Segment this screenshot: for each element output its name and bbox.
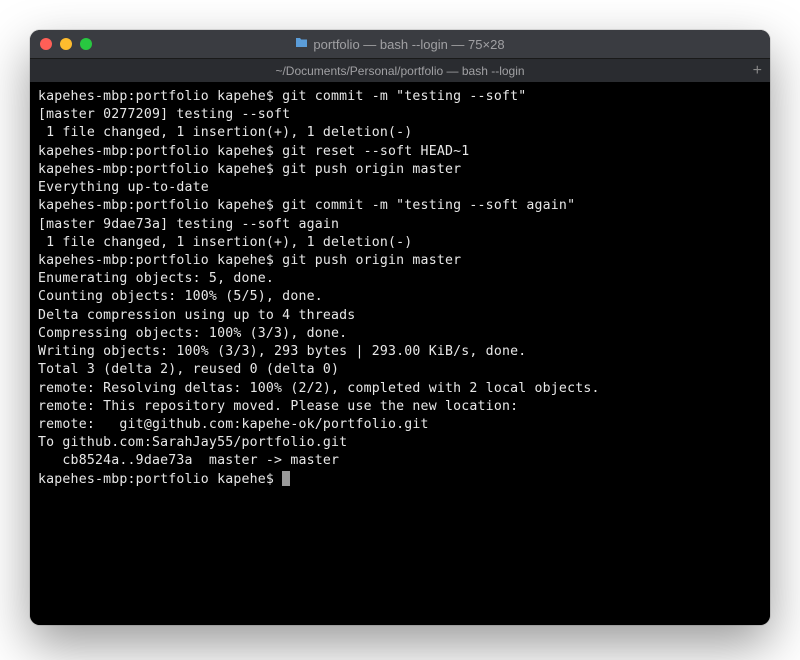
terminal-line: Everything up-to-date: [38, 179, 762, 197]
maximize-icon[interactable]: [80, 38, 92, 50]
terminal-line: kapehes-mbp:portfolio kapehe$ git commit…: [38, 197, 762, 215]
terminal-line: Delta compression using up to 4 threads: [38, 307, 762, 325]
window-title: portfolio — bash --login — 75×28: [30, 37, 770, 52]
terminal-line: 1 file changed, 1 insertion(+), 1 deleti…: [38, 234, 762, 252]
terminal-line: [master 9dae73a] testing --soft again: [38, 216, 762, 234]
window-titlebar[interactable]: portfolio — bash --login — 75×28: [30, 30, 770, 58]
terminal-line: Total 3 (delta 2), reused 0 (delta 0): [38, 361, 762, 379]
terminal-line: kapehes-mbp:portfolio kapehe$: [38, 471, 762, 489]
terminal-line: kapehes-mbp:portfolio kapehe$ git reset …: [38, 143, 762, 161]
terminal-line: remote: git@github.com:kapehe-ok/portfol…: [38, 416, 762, 434]
terminal-line: kapehes-mbp:portfolio kapehe$ git push o…: [38, 252, 762, 270]
terminal-window: portfolio — bash --login — 75×28 ~/Docum…: [30, 30, 770, 625]
folder-icon: [295, 37, 308, 51]
tab-bar: ~/Documents/Personal/portfolio — bash --…: [30, 58, 770, 82]
terminal-line: kapehes-mbp:portfolio kapehe$ git push o…: [38, 161, 762, 179]
terminal-line: Enumerating objects: 5, done.: [38, 270, 762, 288]
close-icon[interactable]: [40, 38, 52, 50]
terminal-line: remote: This repository moved. Please us…: [38, 398, 762, 416]
terminal-line: kapehes-mbp:portfolio kapehe$ git commit…: [38, 88, 762, 106]
traffic-lights: [40, 38, 92, 50]
terminal-line: To github.com:SarahJay55/portfolio.git: [38, 434, 762, 452]
terminal-line: remote: Resolving deltas: 100% (2/2), co…: [38, 380, 762, 398]
terminal-line: 1 file changed, 1 insertion(+), 1 deleti…: [38, 124, 762, 142]
terminal-line: Writing objects: 100% (3/3), 293 bytes |…: [38, 343, 762, 361]
window-title-text: portfolio — bash --login — 75×28: [313, 37, 504, 52]
cursor-icon: [282, 471, 290, 486]
terminal-line: Compressing objects: 100% (3/3), done.: [38, 325, 762, 343]
new-tab-button[interactable]: +: [753, 63, 762, 79]
terminal-line: [master 0277209] testing --soft: [38, 106, 762, 124]
minimize-icon[interactable]: [60, 38, 72, 50]
terminal-line: Counting objects: 100% (5/5), done.: [38, 288, 762, 306]
terminal-content[interactable]: kapehes-mbp:portfolio kapehe$ git commit…: [30, 82, 770, 625]
tab-title[interactable]: ~/Documents/Personal/portfolio — bash --…: [275, 64, 524, 78]
terminal-line: cb8524a..9dae73a master -> master: [38, 452, 762, 470]
